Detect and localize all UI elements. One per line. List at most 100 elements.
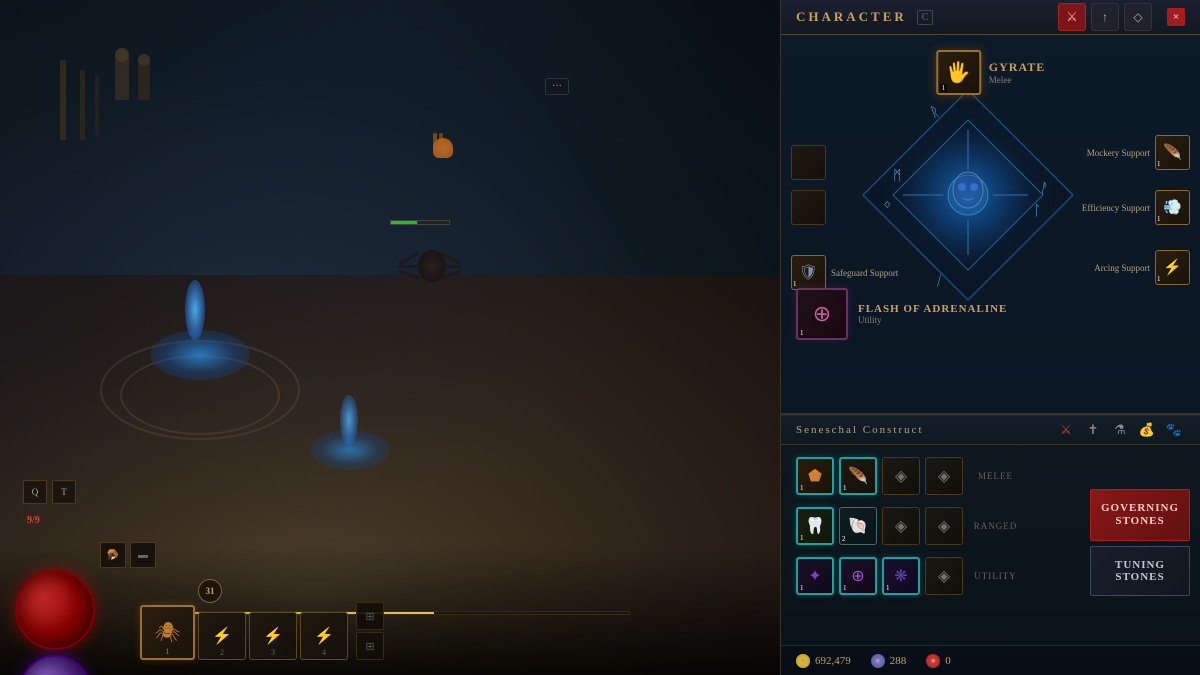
gem-amount: 288 — [890, 655, 907, 667]
resource-orb — [20, 655, 90, 675]
melee-label: MELEE — [968, 471, 1023, 481]
svg-text:ᛗ: ᛗ — [893, 168, 901, 184]
t-slot[interactable]: T — [52, 480, 76, 504]
left-node-1[interactable] — [791, 145, 826, 180]
skill-slot-1-number: 1 — [166, 647, 170, 656]
utility-slot-4[interactable]: ◈ — [925, 557, 963, 595]
panel-title: CHARACTER — [796, 9, 907, 25]
orb-area: Q T 9/9 🪤 ▬ — [15, 570, 95, 655]
npc-1 — [115, 55, 129, 100]
utility-skill-icon[interactable]: ⊕ 1 — [796, 288, 848, 340]
arcing-support-node: Arcing Support ⚡ 1 — [1094, 250, 1190, 285]
utility-slot-2-level: 1 — [843, 584, 847, 592]
red-amount: 0 — [945, 655, 951, 667]
small-slot-1[interactable]: 🪤 — [100, 542, 126, 568]
left-node-2[interactable] — [791, 190, 826, 225]
gem-currency: ● 288 — [871, 654, 907, 668]
extra-icon-slots: ⊞ ⊞ — [356, 602, 384, 660]
skill-slot-2[interactable]: ⚡ 2 — [198, 612, 246, 660]
ranged-slot-2-level: 2 — [842, 535, 846, 543]
main-skill-name: GYRATE — [989, 60, 1045, 75]
health-orb — [15, 570, 95, 650]
blue-pillar-2 — [340, 395, 358, 445]
panel-key-hint: C — [917, 10, 934, 25]
small-slot-2[interactable]: ▬ — [130, 542, 156, 568]
skill-slot-2-number: 2 — [220, 648, 224, 657]
gold-icon: ● — [796, 654, 810, 668]
player-character — [390, 220, 470, 300]
seneschal-icon-crossbow[interactable]: ✝ — [1082, 419, 1104, 441]
right-panel: CHARACTER C ⚔ ↑ ◇ × — [780, 0, 1200, 675]
efficiency-icon[interactable]: 💨 1 — [1155, 190, 1190, 225]
npc-2 — [138, 60, 150, 100]
npc-head-1 — [115, 48, 129, 62]
ranged-slot-2[interactable]: 🐚 2 — [839, 507, 877, 545]
seneschal-icon-potion[interactable]: ⚗ — [1109, 419, 1131, 441]
skill-slot-4[interactable]: ⚡ 4 — [300, 612, 348, 660]
skills-icon-btn[interactable]: ↑ — [1091, 3, 1119, 31]
q-slot[interactable]: Q — [23, 480, 47, 504]
arcing-icon[interactable]: ⚡ 1 — [1155, 250, 1190, 285]
skill-tree-area: ᚱ ᚨ ᛚ ᛁ ᛜ ᛗ — [781, 35, 1200, 355]
seneschal-icon-bag[interactable]: 💰 — [1136, 419, 1158, 441]
hud-bottom: Q T 9/9 🪤 ▬ 31 — [0, 545, 780, 675]
seneschal-icon-sword[interactable]: ⚔ — [1055, 419, 1077, 441]
safeguard-icon[interactable]: 🛡 1 — [791, 255, 826, 290]
leg-3 — [398, 269, 420, 279]
blue-pillar-1 — [185, 280, 205, 340]
main-skill-level: 1 — [940, 84, 948, 92]
icon-slot-b[interactable]: ⊞ — [356, 632, 384, 660]
currency-bar: ● 692,479 ● 288 ● 0 — [781, 645, 1200, 675]
ranged-slot-1[interactable]: 🦷 1 — [796, 507, 834, 545]
melee-slot-4[interactable]: ◈ — [925, 457, 963, 495]
pole-2 — [80, 70, 85, 140]
seneschal-icon-pet[interactable]: 🐾 — [1163, 419, 1185, 441]
ranged-label: RANGED — [968, 521, 1023, 531]
level-badge: 31 — [198, 579, 222, 603]
svg-text:ᚱ: ᚱ — [928, 103, 941, 121]
main-skill-row: 🖐 1 GYRATE Melee — [936, 50, 1045, 95]
spider-body-container — [390, 225, 470, 300]
icon-slot-a[interactable]: ⊞ — [356, 602, 384, 630]
npc-head-2 — [138, 54, 150, 66]
leg-5 — [442, 265, 462, 268]
header-buttons: ⚔ ↑ ◇ — [1058, 3, 1152, 31]
melee-slot-2[interactable]: 🪶 1 — [839, 457, 877, 495]
utility-slot-1[interactable]: ✦ 1 — [796, 557, 834, 595]
enemy-health-fill — [391, 221, 417, 224]
skill-slot-3[interactable]: ⚡ 3 — [249, 612, 297, 660]
melee-slot-1[interactable]: ⬟ 1 — [796, 457, 834, 495]
seneschal-panel: Seneschal Construct ⚔ ✝ ⚗ 💰 🐾 ⬟ 1 — [781, 415, 1200, 675]
melee-slot-1-level: 1 — [800, 484, 804, 492]
tuning-stones-button[interactable]: TUNING STONES — [1090, 546, 1190, 596]
arcing-label: Arcing Support — [1094, 263, 1150, 273]
hp-count: 9/9 — [27, 515, 40, 526]
melee-slot-3[interactable]: ◈ — [882, 457, 920, 495]
passives-icon-btn[interactable]: ◇ — [1124, 3, 1152, 31]
seneschal-main: ⬟ 1 🪶 1 ◈ ◈ MELEE — [781, 445, 1200, 640]
utility-skill-name: FLASH OF ADRENALINE — [858, 303, 1007, 315]
utility-skill-info: FLASH OF ADRENALINE Utility — [858, 303, 1007, 325]
skill-slot-container-1: 🕷 1 — [140, 605, 195, 660]
utility-row-label: UTILITY — [968, 571, 1023, 581]
skill-slot-1[interactable]: 🕷 1 — [140, 605, 195, 660]
utility-slot-2[interactable]: ⊕ 1 — [839, 557, 877, 595]
ranged-slot-4[interactable]: ◈ — [925, 507, 963, 545]
main-skill-container: 🖐 1 GYRATE Melee — [936, 50, 1045, 95]
main-skill-type: Melee — [989, 75, 1045, 85]
fire-element — [425, 138, 460, 166]
gem-icon: ● — [871, 654, 885, 668]
ranged-slot-3[interactable]: ◈ — [882, 507, 920, 545]
mockery-icon[interactable]: 🪶 1 — [1155, 135, 1190, 170]
skill-bar: 🕷 1 ⚡ 2 ⚡ 3 ⚡ 4 ⊞ ⊞ — [140, 602, 384, 660]
mockery-support-node: Mockery Support 🪶 1 — [1087, 135, 1190, 170]
character-icon-btn[interactable]: ⚔ — [1058, 3, 1086, 31]
governing-stones-button[interactable]: GOVERNING STONES — [1090, 489, 1190, 541]
blue-glow-1 — [150, 330, 250, 380]
main-skill-icon[interactable]: 🖐 1 — [936, 50, 981, 95]
mockery-label: Mockery Support — [1087, 148, 1150, 158]
utility-skill-type: Utility — [858, 315, 1007, 325]
main-skill-info: GYRATE Melee — [989, 60, 1045, 85]
utility-slot-3[interactable]: ❋ 1 — [882, 557, 920, 595]
close-button[interactable]: × — [1167, 8, 1185, 26]
